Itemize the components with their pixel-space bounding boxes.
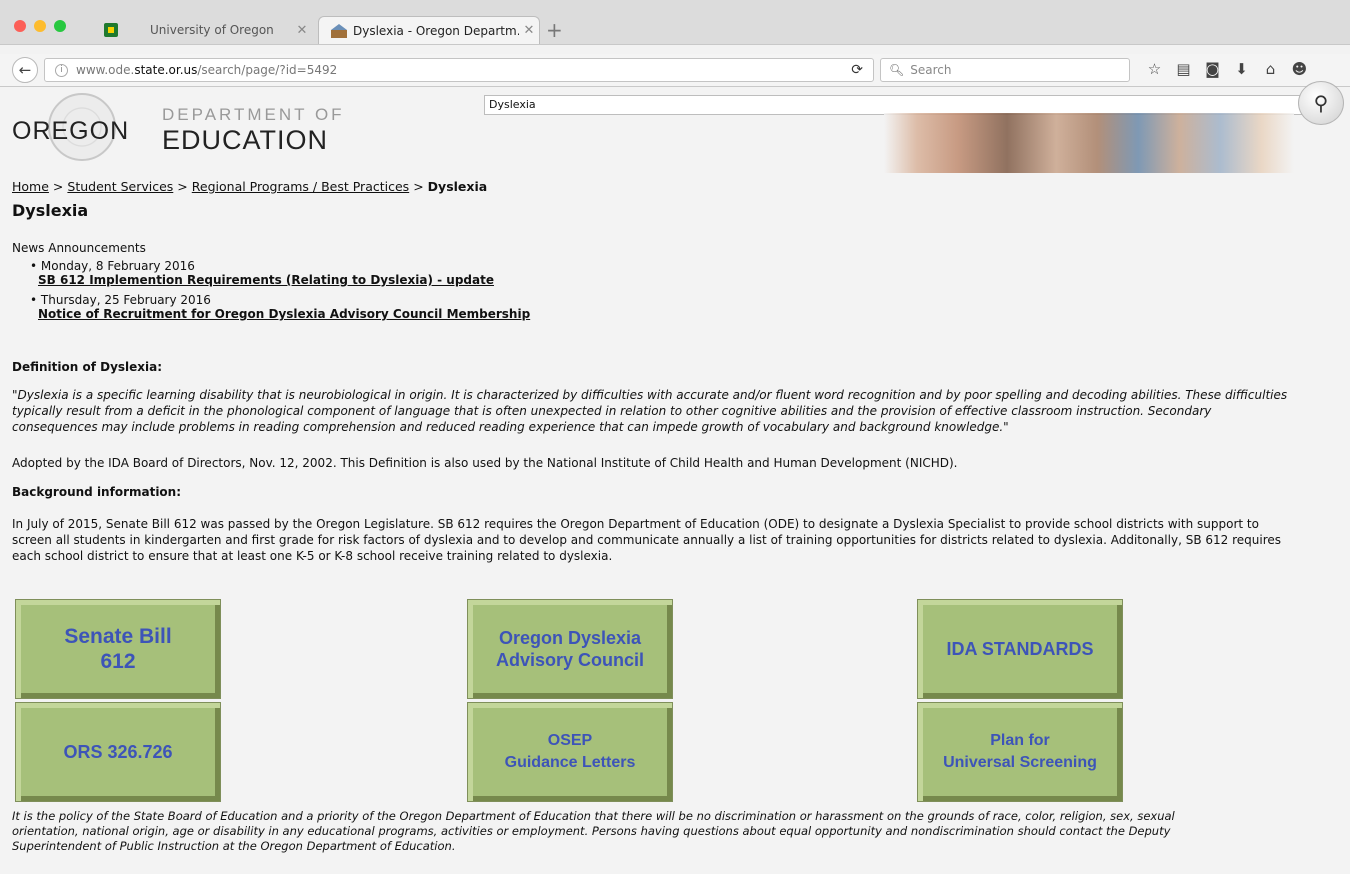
browser-toolbar-icons: ☆ ▤ ◙ ⬇ ⌂ ☻ — [1140, 60, 1314, 78]
senate-bill-612-button[interactable]: Senate Bill 612 — [15, 599, 221, 699]
back-button[interactable]: ← — [12, 57, 38, 83]
definition-line: consequences may include problems in rea… — [12, 420, 1009, 434]
news-date: Thursday, 25 February 2016 — [30, 293, 211, 307]
breadcrumb-current: Dyslexia — [427, 179, 488, 194]
site-search-input[interactable]: Dyslexia — [484, 95, 1304, 115]
breadcrumb-separator: > — [177, 179, 188, 194]
definition-line: "Dyslexia is a specific learning disabil… — [12, 388, 1288, 402]
tile-line: Guidance Letters — [504, 754, 636, 771]
definition-adopted-text: Adopted by the IDA Board of Directors, N… — [12, 456, 958, 470]
breadcrumb-separator: > — [413, 179, 424, 194]
browser-tab-bar: University of Oregon ✕ Dyslexia - Oregon… — [0, 0, 1350, 45]
news-link[interactable]: SB 612 Implemention Requirements (Relati… — [38, 273, 530, 287]
magnifier-icon: ⚲ — [1313, 91, 1329, 115]
breadcrumb-separator: > — [52, 179, 64, 194]
definition-heading: Definition of Dyslexia: — [12, 360, 163, 374]
uo-favicon-icon — [104, 23, 118, 37]
close-tab-icon[interactable]: ✕ — [519, 23, 539, 38]
site-info-icon[interactable]: i — [55, 63, 68, 77]
tile-line: Oregon Dyslexia — [498, 628, 642, 648]
nondiscrimination-policy-text: It is the policy of the State Board of E… — [12, 809, 1342, 854]
breadcrumb-student-services[interactable]: Student Services — [67, 179, 173, 194]
tab-label: University of Oregon — [150, 23, 274, 37]
news-link[interactable]: Notice of Recruitment for Oregon Dyslexi… — [38, 307, 530, 321]
close-window-button[interactable] — [14, 20, 26, 32]
ors-326-726-button[interactable]: ORS 326.726 — [15, 702, 221, 802]
logo-department-of: DEPARTMENT OF — [162, 105, 345, 124]
background-line: each school district to ensure that at l… — [12, 549, 613, 563]
definition-line: typically result from a deficit in the p… — [12, 404, 1212, 418]
maximize-window-button[interactable] — [54, 20, 66, 32]
reload-icon[interactable]: ⟳ — [851, 62, 863, 78]
reading-list-icon[interactable]: ▤ — [1169, 60, 1198, 78]
extension-icon[interactable]: ☻ — [1285, 60, 1314, 78]
ode-favicon-icon — [331, 23, 347, 38]
tab-dyslexia[interactable]: Dyslexia - Oregon Departm… ✕ — [318, 16, 540, 44]
pocket-icon[interactable]: ◙ — [1198, 60, 1227, 78]
advisory-council-button[interactable]: Oregon Dyslexia Advisory Council — [467, 599, 673, 699]
logo-education: EDUCATION — [162, 125, 329, 155]
tab-university-of-oregon[interactable]: University of Oregon ✕ — [90, 16, 312, 44]
url-bar[interactable]: i www.ode.state.or.us/search/page/?id=54… — [44, 58, 874, 82]
ida-standards-button[interactable]: IDA STANDARDS — [917, 599, 1123, 699]
bookmark-star-icon[interactable]: ☆ — [1140, 60, 1169, 78]
page-content: OREGON DEPARTMENT OF EDUCATION Dyslexia … — [0, 81, 1350, 874]
breadcrumb: Home > Student Services > Regional Programs … — [12, 179, 487, 194]
browser-search-input[interactable]: 🔍︎ Search — [880, 58, 1130, 82]
minimize-window-button[interactable] — [34, 20, 46, 32]
definition-text: "Dyslexia is a specific learning disabil… — [12, 387, 1350, 435]
url-text: www.ode.state.or.us/search/page/?id=5492 — [76, 63, 338, 77]
breadcrumb-home[interactable]: Home — [12, 179, 49, 194]
page-title: Dyslexia — [12, 201, 89, 220]
background-text: In July of 2015, Senate Bill 612 was pas… — [12, 516, 1350, 564]
background-heading: Background information: — [12, 485, 182, 499]
back-arrow-icon: ← — [18, 61, 32, 79]
list-item: Monday, 8 February 2016 SB 612 Implement… — [30, 259, 530, 287]
tile-line: Plan for — [990, 732, 1050, 749]
tile-line: Universal Screening — [943, 754, 1097, 771]
tile-line: Senate Bill — [64, 625, 172, 648]
footer-line: Superintendent of Public Instruction at … — [12, 839, 456, 853]
tile-line: 612 — [100, 650, 136, 673]
background-line: In July of 2015, Senate Bill 612 was pas… — [12, 517, 1259, 531]
news-date: Monday, 8 February 2016 — [30, 259, 195, 273]
footer-line: It is the policy of the State Board of E… — [12, 809, 1175, 823]
background-line: screen all students in kindergarten and … — [12, 533, 1281, 547]
list-item: Thursday, 25 February 2016 Notice of Rec… — [30, 293, 530, 321]
tab-label: Dyslexia - Oregon Departm… — [353, 23, 519, 38]
tile-line: ORS 326.726 — [63, 742, 173, 762]
news-list: Monday, 8 February 2016 SB 612 Implement… — [30, 259, 530, 327]
home-icon[interactable]: ⌂ — [1256, 60, 1285, 78]
osep-guidance-letters-button[interactable]: OSEP Guidance Letters — [467, 702, 673, 802]
close-tab-icon[interactable]: ✕ — [292, 23, 312, 38]
new-tab-button[interactable]: + — [546, 18, 563, 42]
tile-line: Advisory Council — [495, 650, 645, 670]
students-banner-image — [884, 113, 1294, 173]
site-search-button[interactable]: ⚲ — [1298, 81, 1344, 125]
tile-line: OSEP — [547, 732, 593, 749]
search-icon: 🔍︎ — [889, 63, 905, 77]
search-placeholder: Search — [910, 63, 952, 77]
browser-nav-bar: ← i www.ode.state.or.us/search/page/?id=… — [0, 54, 1350, 87]
universal-screening-button[interactable]: Plan for Universal Screening — [917, 702, 1123, 802]
download-icon[interactable]: ⬇ — [1227, 60, 1256, 78]
tile-line: IDA STANDARDS — [946, 639, 1094, 659]
news-heading: News Announcements — [12, 241, 146, 255]
logo-oregon: OREGON — [12, 117, 130, 145]
breadcrumb-regional-programs[interactable]: Regional Programs / Best Practices — [192, 179, 409, 194]
footer-line: orientation, national origin, age or dis… — [12, 824, 1171, 838]
